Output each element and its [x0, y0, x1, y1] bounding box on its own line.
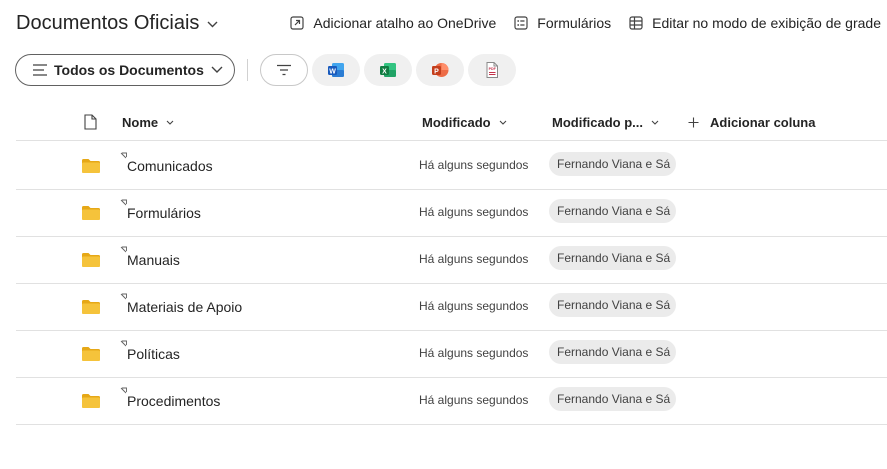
item-name-link[interactable]: Comunicados — [127, 158, 213, 174]
new-powerpoint-button[interactable]: P — [416, 54, 464, 86]
list-item[interactable]: Materiais de Apoio Há alguns segundos Fe… — [16, 284, 887, 331]
item-name-link[interactable]: Manuais — [127, 252, 180, 268]
column-header-modified-label: Modificado — [422, 114, 491, 130]
view-options-icon — [32, 63, 48, 77]
item-modified-by-badge[interactable]: Fernando Viana e Sá — [549, 199, 677, 223]
pdf-icon: PDF — [486, 62, 498, 78]
page-title: Documentos Oficiais — [16, 11, 200, 34]
forms-button[interactable]: Formulários — [514, 15, 611, 31]
folder-icon — [82, 394, 100, 408]
grid-icon — [629, 16, 643, 30]
item-modified: Há alguns segundos — [419, 346, 529, 360]
svg-text:PDF: PDF — [489, 67, 497, 71]
item-modified: Há alguns segundos — [419, 205, 529, 219]
item-modified-by-badge[interactable]: Fernando Viana e Sá — [549, 387, 677, 411]
view-selector-label: Todos os Documentos — [54, 62, 204, 78]
command-bar: Adicionar atalho ao OneDrive Formulários… — [272, 12, 881, 34]
item-modified: Há alguns segundos — [419, 299, 529, 313]
item-modified-by-badge[interactable]: Fernando Viana e Sá — [549, 152, 677, 176]
filter-icon — [277, 64, 291, 76]
svg-text:W: W — [329, 68, 336, 75]
grid-view-button[interactable]: Editar no modo de exibição de grade — [629, 15, 881, 31]
add-column-label: Adicionar coluna — [710, 114, 816, 130]
plus-icon — [688, 117, 699, 127]
list-item[interactable]: Formulários Há alguns segundos Fernando … — [16, 190, 887, 237]
item-modified: Há alguns segundos — [419, 393, 529, 407]
column-header-name[interactable]: Nome — [122, 103, 174, 141]
list-item[interactable]: Procedimentos Há alguns segundos Fernand… — [16, 378, 887, 425]
folder-icon — [82, 159, 100, 173]
grid-view-label: Editar no modo de exibição de grade — [652, 15, 881, 31]
item-modified: Há alguns segundos — [419, 158, 529, 172]
folder-icon — [82, 347, 100, 361]
column-header-name-label: Nome — [122, 114, 159, 130]
filter-button[interactable] — [260, 54, 308, 86]
file-type-column-header[interactable] — [84, 103, 97, 141]
powerpoint-icon: P — [432, 63, 449, 77]
column-header-modified[interactable]: Modificado — [422, 103, 507, 141]
list-item[interactable]: Políticas Há alguns segundos Fernando Vi… — [16, 331, 887, 378]
item-modified-by-badge[interactable]: Fernando Viana e Sá — [549, 246, 677, 270]
folder-icon — [82, 300, 100, 314]
svg-text:P: P — [434, 68, 439, 75]
view-selector-button[interactable]: Todos os Documentos — [15, 54, 235, 86]
view-toolbar: Todos os Documentos W X P PDF — [15, 54, 516, 86]
new-word-button[interactable]: W — [312, 54, 360, 86]
add-shortcut-button[interactable]: Adicionar atalho ao OneDrive — [290, 15, 496, 31]
list-header: Nome Modificado Modificado p... Adiciona… — [16, 103, 887, 141]
item-name-link[interactable]: Políticas — [127, 346, 180, 362]
column-header-modified-by-label: Modificado p... — [552, 114, 643, 130]
chevron-down-icon — [211, 66, 223, 74]
chevron-down-icon — [166, 120, 174, 125]
item-modified: Há alguns segundos — [419, 252, 529, 266]
list-item[interactable]: Comunicados Há alguns segundos Fernando … — [16, 143, 887, 190]
shortcut-icon — [290, 16, 304, 30]
column-header-modified-by[interactable]: Modificado p... — [552, 103, 659, 141]
forms-label: Formulários — [537, 15, 612, 31]
excel-icon: X — [380, 63, 396, 77]
folder-icon — [82, 253, 100, 267]
library-title-menu[interactable]: Documentos Oficiais — [16, 10, 218, 36]
folder-icon — [82, 206, 100, 220]
item-name-link[interactable]: Materiais de Apoio — [127, 299, 242, 315]
item-modified-by-badge[interactable]: Fernando Viana e Sá — [549, 293, 677, 317]
add-shortcut-label: Adicionar atalho ao OneDrive — [313, 15, 497, 31]
forms-icon — [514, 16, 528, 30]
chevron-down-icon — [499, 120, 507, 125]
item-name-link[interactable]: Formulários — [127, 205, 201, 221]
list-item[interactable]: Manuais Há alguns segundos Fernando Vian… — [16, 237, 887, 284]
item-modified-by-badge[interactable]: Fernando Viana e Sá — [549, 340, 677, 364]
svg-text:X: X — [382, 68, 387, 75]
add-column-button[interactable]: Adicionar coluna — [688, 103, 815, 141]
chevron-down-icon — [651, 120, 659, 125]
document-icon — [84, 114, 97, 130]
chevron-down-icon — [207, 21, 218, 28]
file-list: Comunicados Há alguns segundos Fernando … — [16, 143, 887, 425]
toolbar-divider — [247, 59, 248, 81]
new-pdf-button[interactable]: PDF — [468, 54, 516, 86]
new-excel-button[interactable]: X — [364, 54, 412, 86]
item-name-link[interactable]: Procedimentos — [127, 393, 220, 409]
word-icon: W — [328, 63, 344, 77]
